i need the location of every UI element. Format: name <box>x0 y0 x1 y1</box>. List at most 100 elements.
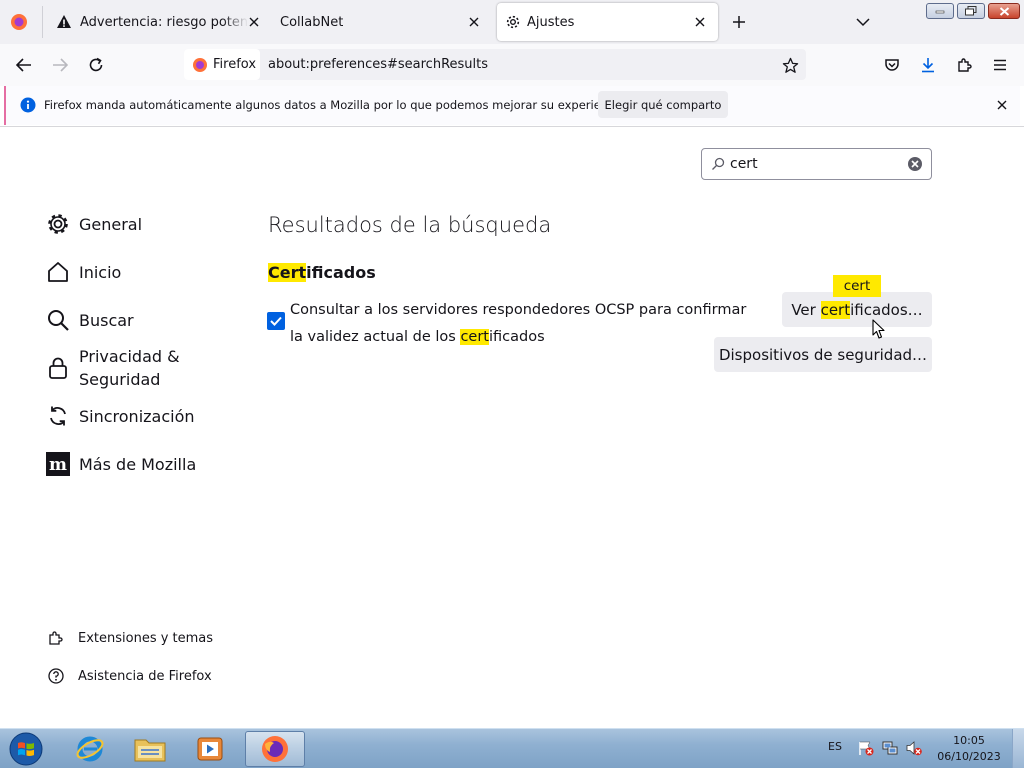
firefox-icon <box>262 736 288 762</box>
tab-ajustes[interactable]: Ajustes <box>497 3 718 41</box>
app-menu-button[interactable] <box>986 51 1014 79</box>
taskbar-firefox[interactable] <box>245 731 305 767</box>
choose-what-i-share-button[interactable]: Elegir qué comparto <box>598 91 728 118</box>
clear-icon <box>908 157 922 171</box>
tab-collabnet[interactable]: CollabNet <box>270 3 492 41</box>
close-tab-button[interactable] <box>464 12 484 32</box>
firefox-icon <box>11 14 27 30</box>
close-icon <box>997 100 1007 110</box>
search-highlight: cert <box>820 300 851 319</box>
reload-icon <box>89 57 103 72</box>
firefox-view-button[interactable] <box>8 11 30 33</box>
category-label: Más de Mozilla <box>79 454 197 474</box>
section-heading-certificates: Certificados <box>268 263 376 282</box>
checkbox-label-line2: la validez actual de los certificados <box>290 324 746 351</box>
search-highlight: Cert <box>268 263 307 282</box>
search-tooltip: cert <box>833 275 881 297</box>
taskbar-internet-explorer[interactable] <box>62 731 118 767</box>
security-devices-button[interactable]: Dispositivos de seguridad… <box>714 337 932 372</box>
taskbar-media-player[interactable] <box>182 731 238 767</box>
download-icon <box>922 58 934 73</box>
restore-button[interactable] <box>957 3 985 19</box>
url-text[interactable]: about:preferences#searchResults <box>268 57 488 72</box>
window-close-button[interactable] <box>988 3 1020 19</box>
back-button[interactable] <box>10 51 38 79</box>
show-desktop-button[interactable] <box>1012 729 1024 768</box>
start-button[interactable] <box>6 730 46 767</box>
close-tab-button[interactable] <box>244 12 264 32</box>
category-general[interactable]: General <box>46 212 142 236</box>
category-sync[interactable]: Sincronización <box>46 404 195 428</box>
category-label: General <box>79 214 143 234</box>
list-all-tabs-button[interactable] <box>852 11 874 33</box>
pocket-button[interactable] <box>878 51 906 79</box>
clear-search-button[interactable] <box>907 156 923 172</box>
star-icon <box>782 57 798 73</box>
extensions-button[interactable] <box>951 51 979 79</box>
tab-label: CollabNet <box>280 14 344 30</box>
sidebar-extensions-link[interactable]: Extensiones y temas <box>46 626 213 650</box>
folder-icon <box>134 739 166 762</box>
footer-label: Extensiones y temas <box>78 630 214 646</box>
arrow-left-icon <box>16 58 31 72</box>
sidebar-support-link[interactable]: Asistencia de Firefox <box>46 664 212 688</box>
new-tab-button[interactable] <box>728 11 750 33</box>
svg-text:m: m <box>49 455 67 475</box>
ocsp-checkbox[interactable] <box>267 312 285 330</box>
clock-time: 10:05 <box>953 734 985 747</box>
preferences-search[interactable]: cert <box>701 148 932 180</box>
search-input[interactable]: cert <box>730 156 758 172</box>
reload-button[interactable] <box>82 51 110 79</box>
tab-label: Ajustes <box>527 14 575 30</box>
tab-security-warning[interactable]: Advertencia: riesgo potencial de segurid… <box>46 3 266 41</box>
downloads-button[interactable] <box>914 51 942 79</box>
checkbox-label-line1: Consultar a los servidores respondedores… <box>290 302 747 318</box>
taskbar: ES 10:05 06/10/2023 <box>0 728 1024 768</box>
restore-icon <box>965 6 977 16</box>
notification-message: Firefox manda automáticamente algunos da… <box>44 98 629 112</box>
close-tab-button[interactable] <box>690 12 710 32</box>
help-icon <box>46 664 66 688</box>
url-bar[interactable]: Firefox about:preferences#searchResults <box>184 49 806 80</box>
plus-icon <box>733 16 745 28</box>
ocsp-checkbox-label[interactable]: Consultar a los servidores respondedores… <box>290 297 746 351</box>
minimize-icon <box>935 10 945 14</box>
identity-label: Firefox <box>213 57 257 72</box>
volume-muted-icon[interactable] <box>906 740 922 756</box>
data-reporting-notification: Firefox manda automáticamente algunos da… <box>4 86 1020 125</box>
sync-icon <box>46 404 70 428</box>
chevron-down-icon <box>856 18 870 27</box>
gear-icon <box>46 212 70 236</box>
lock-icon <box>46 356 70 380</box>
view-certificates-button[interactable]: Ver cert ificados… <box>782 292 932 327</box>
category-privacy[interactable]: Privacidad & Seguridad <box>46 345 180 391</box>
tooltip-text: cert <box>843 278 871 294</box>
warning-icon <box>57 15 71 28</box>
identity-box[interactable]: Firefox <box>184 49 260 80</box>
category-more-from-mozilla[interactable]: m Más de Mozilla <box>46 452 196 476</box>
section-heading-rest: ificados <box>306 263 376 282</box>
category-label: Privacidad & <box>79 347 180 366</box>
category-label: Inicio <box>79 262 122 282</box>
arrow-right-icon <box>53 58 68 72</box>
action-center-icon[interactable] <box>858 740 874 756</box>
divider <box>0 126 1024 127</box>
clock-date: 06/10/2023 <box>937 750 1001 763</box>
button-text: Ver <box>791 300 821 319</box>
dismiss-notification-button[interactable] <box>992 95 1012 115</box>
clock[interactable]: 10:05 06/10/2023 <box>930 733 1008 765</box>
close-icon <box>695 17 705 27</box>
bookmark-star-button[interactable] <box>776 51 804 79</box>
category-home[interactable]: Inicio <box>46 260 121 284</box>
network-icon[interactable] <box>882 740 898 756</box>
forward-button[interactable] <box>46 51 74 79</box>
media-player-icon <box>197 737 223 761</box>
taskbar-file-explorer[interactable] <box>122 731 178 767</box>
gear-icon <box>506 15 520 29</box>
minimize-button[interactable] <box>926 3 954 19</box>
mouse-cursor-icon <box>872 319 885 339</box>
pocket-icon <box>885 59 899 71</box>
mozilla-icon: m <box>46 452 70 476</box>
language-indicator[interactable]: ES <box>828 740 842 753</box>
category-search[interactable]: Buscar <box>46 308 134 332</box>
